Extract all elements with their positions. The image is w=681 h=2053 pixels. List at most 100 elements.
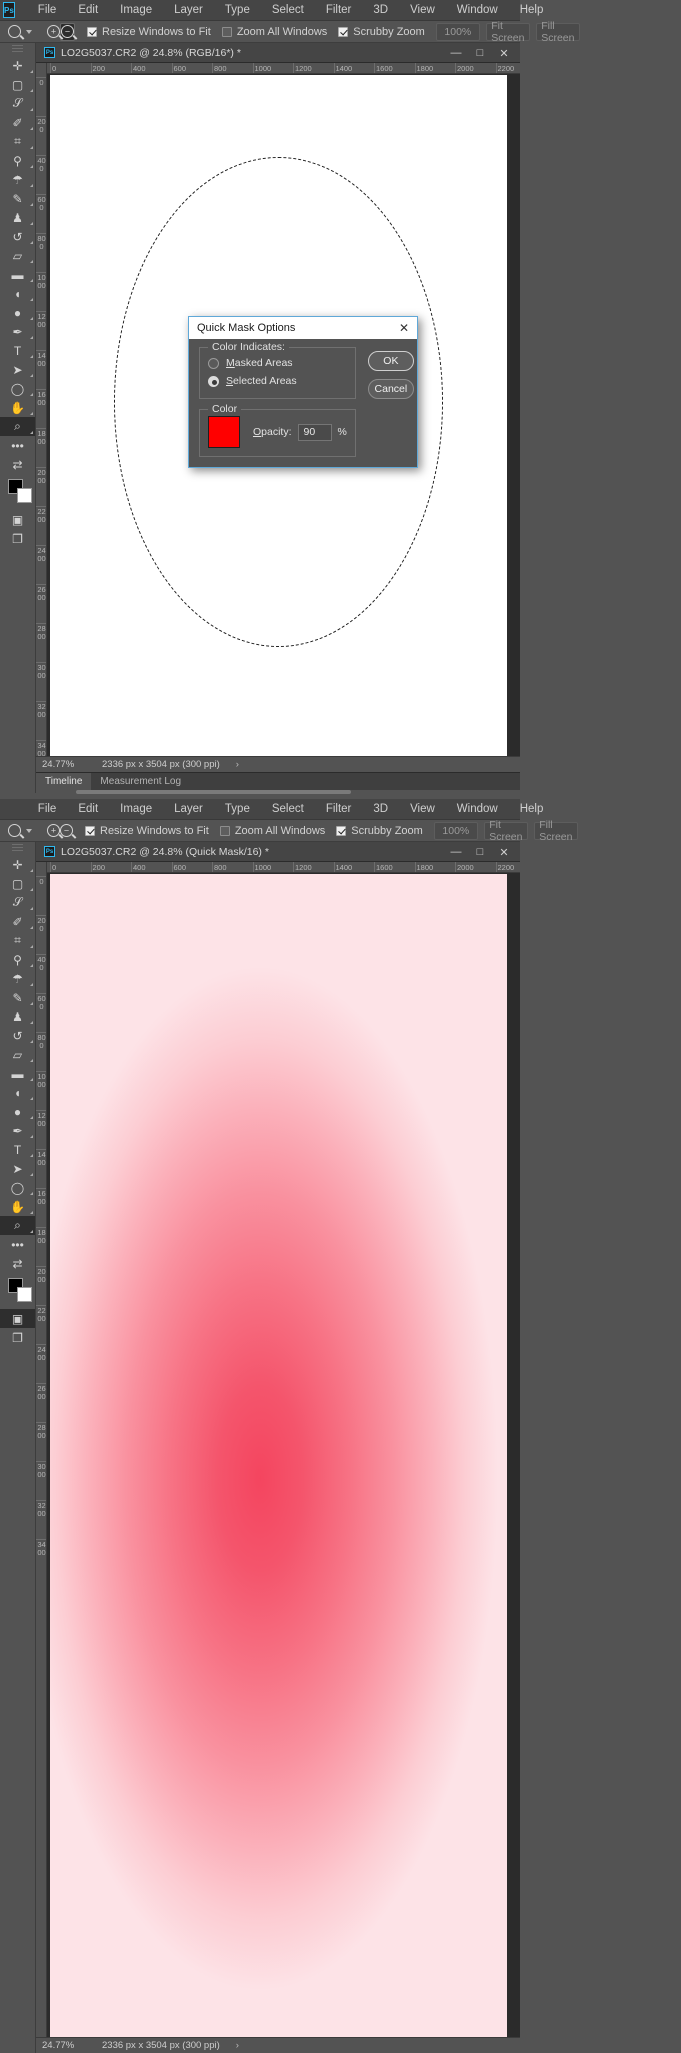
- chevron-down-icon[interactable]: [26, 828, 32, 833]
- tool-gradient[interactable]: ▬: [0, 265, 35, 284]
- tool-brush[interactable]: ✎: [0, 189, 35, 208]
- maximize-button[interactable]: □: [468, 43, 492, 63]
- document-tab-top[interactable]: Ps LO2G5037.CR2 @ 24.8% (RGB/16*) * — □ …: [36, 43, 520, 63]
- checkbox-scrubby-zoom[interactable]: Scrubby Zoom: [336, 825, 423, 837]
- tool-quick-selection[interactable]: ✐: [0, 912, 35, 931]
- zoom-level[interactable]: 24.77%: [36, 2040, 94, 2051]
- tool-spot-healing-brush[interactable]: ☂: [0, 170, 35, 189]
- zoom-in-button[interactable]: +: [47, 23, 60, 41]
- menu-item-window[interactable]: Window: [446, 799, 509, 820]
- tool-rectangular-marquee[interactable]: ▢: [0, 75, 35, 94]
- close-icon[interactable]: ✕: [391, 317, 417, 339]
- horizontal-ruler-top[interactable]: 0 200 400 600 800 1000 1200 1400 1600 1800 2000 220…: [47, 63, 520, 74]
- tool-history-brush[interactable]: ↺: [0, 1026, 35, 1045]
- active-tool-preset[interactable]: [8, 25, 32, 38]
- tool-clone-stamp[interactable]: ♟: [0, 208, 35, 227]
- tools-panel-grip[interactable]: [12, 844, 23, 853]
- status-expand-arrow-icon[interactable]: ›: [236, 759, 239, 770]
- menu-item-select[interactable]: Select: [261, 799, 315, 820]
- tool-rectangular-marquee[interactable]: ▢: [0, 874, 35, 893]
- tools-panel-grip[interactable]: [12, 45, 23, 54]
- menu-item-file[interactable]: File: [27, 799, 68, 820]
- tool-eraser[interactable]: ▱: [0, 1045, 35, 1064]
- swap-colors-icon[interactable]: ⇄: [0, 1254, 35, 1273]
- checkbox-zoom-all-windows[interactable]: Zoom All Windows: [221, 26, 327, 38]
- tool-blur[interactable]: ◖: [0, 1083, 35, 1102]
- zoom-percent-button[interactable]: 100%: [433, 821, 478, 840]
- tool-path-selection[interactable]: ➤: [0, 360, 35, 379]
- menu-item-file[interactable]: File: [27, 0, 68, 21]
- tool-hand[interactable]: ✋: [0, 398, 35, 417]
- tool-lasso[interactable]: 𝒮: [0, 893, 35, 912]
- tool-dodge[interactable]: ●: [0, 303, 35, 322]
- tool-gradient[interactable]: ▬: [0, 1064, 35, 1083]
- tool-quick-selection[interactable]: ✐: [0, 113, 35, 132]
- tool-pen[interactable]: ✒: [0, 322, 35, 341]
- mask-color-swatch[interactable]: [208, 416, 240, 448]
- quick-mask-mode-toggle[interactable]: ▣: [0, 510, 35, 529]
- zoom-in-button[interactable]: +: [47, 822, 60, 840]
- close-button[interactable]: ✕: [492, 842, 516, 862]
- document-tab-bottom[interactable]: Ps LO2G5037.CR2 @ 24.8% (Quick Mask/16) …: [36, 842, 520, 862]
- tool-horizontal-type[interactable]: T: [0, 341, 35, 360]
- menu-item-type[interactable]: Type: [214, 799, 261, 820]
- checkbox-scrubby-zoom[interactable]: Scrubby Zoom: [338, 26, 425, 38]
- fill-screen-button[interactable]: Fill Screen: [535, 20, 580, 44]
- color-swatches[interactable]: [0, 477, 35, 507]
- menu-item-view[interactable]: View: [399, 799, 446, 820]
- tool-spot-healing-brush[interactable]: ☂: [0, 969, 35, 988]
- menu-item-edit[interactable]: Edit: [67, 0, 109, 21]
- checkbox-zoom-all-windows[interactable]: Zoom All Windows: [219, 825, 325, 837]
- canvas-bottom-quick-mask[interactable]: [50, 874, 507, 2037]
- tool-zoom[interactable]: ⌕: [0, 1216, 35, 1235]
- menu-item-help[interactable]: Help: [509, 799, 555, 820]
- tool-blur[interactable]: ◖: [0, 284, 35, 303]
- vertical-ruler-top[interactable]: 0 200 400 600 800 1000 1200 1400 1600 1800 2000 220…: [36, 63, 47, 756]
- tool-eyedropper[interactable]: ⚲: [0, 151, 35, 170]
- tool-pen[interactable]: ✒: [0, 1121, 35, 1140]
- menu-item-window[interactable]: Window: [446, 0, 509, 21]
- tool-eyedropper[interactable]: ⚲: [0, 950, 35, 969]
- cancel-button[interactable]: Cancel: [367, 379, 414, 399]
- menu-item-image[interactable]: Image: [109, 0, 163, 21]
- tool-edit-toolbar[interactable]: •••: [0, 1235, 35, 1254]
- menu-item-layer[interactable]: Layer: [163, 0, 214, 21]
- fill-screen-button[interactable]: Fill Screen: [533, 819, 578, 843]
- tool-edit-toolbar[interactable]: •••: [0, 436, 35, 455]
- tool-eraser[interactable]: ▱: [0, 246, 35, 265]
- menu-item-view[interactable]: View: [399, 0, 446, 21]
- tool-move[interactable]: ✛: [0, 56, 35, 75]
- tool-ellipse[interactable]: ◯: [0, 1178, 35, 1197]
- menu-item-layer[interactable]: Layer: [163, 799, 214, 820]
- tool-lasso[interactable]: 𝒮: [0, 94, 35, 113]
- tool-path-selection[interactable]: ➤: [0, 1159, 35, 1178]
- quick-mask-mode-toggle[interactable]: ▣: [0, 1309, 35, 1328]
- horizontal-ruler-bottom[interactable]: 0 200 400 600 800 1000 1200 1400 1600 1800 2000 220…: [47, 862, 520, 873]
- swap-colors-icon[interactable]: ⇄: [0, 455, 35, 474]
- minimize-button[interactable]: —: [444, 43, 468, 63]
- menu-item-select[interactable]: Select: [261, 0, 315, 21]
- tool-crop[interactable]: ⌗: [0, 132, 35, 151]
- tool-zoom[interactable]: ⌕: [0, 417, 35, 436]
- zoom-level[interactable]: 24.77%: [36, 759, 94, 770]
- menu-item-3d[interactable]: 3D: [362, 799, 399, 820]
- status-expand-arrow-icon[interactable]: ›: [236, 2040, 239, 2051]
- tool-move[interactable]: ✛: [0, 855, 35, 874]
- tool-dodge[interactable]: ●: [0, 1102, 35, 1121]
- tool-history-brush[interactable]: ↺: [0, 227, 35, 246]
- zoom-percent-button[interactable]: 100%: [435, 22, 480, 41]
- close-button[interactable]: ✕: [492, 43, 516, 63]
- horizontal-scrollbar[interactable]: [76, 790, 351, 794]
- menu-item-edit[interactable]: Edit: [67, 799, 109, 820]
- canvas-viewport-bottom[interactable]: [47, 874, 520, 2037]
- menu-item-filter[interactable]: Filter: [315, 799, 363, 820]
- opacity-input[interactable]: 90: [297, 423, 332, 441]
- screen-mode-toggle[interactable]: ❐: [0, 1328, 35, 1347]
- radio-selected-areas[interactable]: Selected Areas: [208, 372, 347, 390]
- background-color-swatch[interactable]: [17, 488, 32, 503]
- maximize-button[interactable]: □: [468, 842, 492, 862]
- menu-item-image[interactable]: Image: [109, 799, 163, 820]
- tool-brush[interactable]: ✎: [0, 988, 35, 1007]
- tool-ellipse[interactable]: ◯: [0, 379, 35, 398]
- tool-hand[interactable]: ✋: [0, 1197, 35, 1216]
